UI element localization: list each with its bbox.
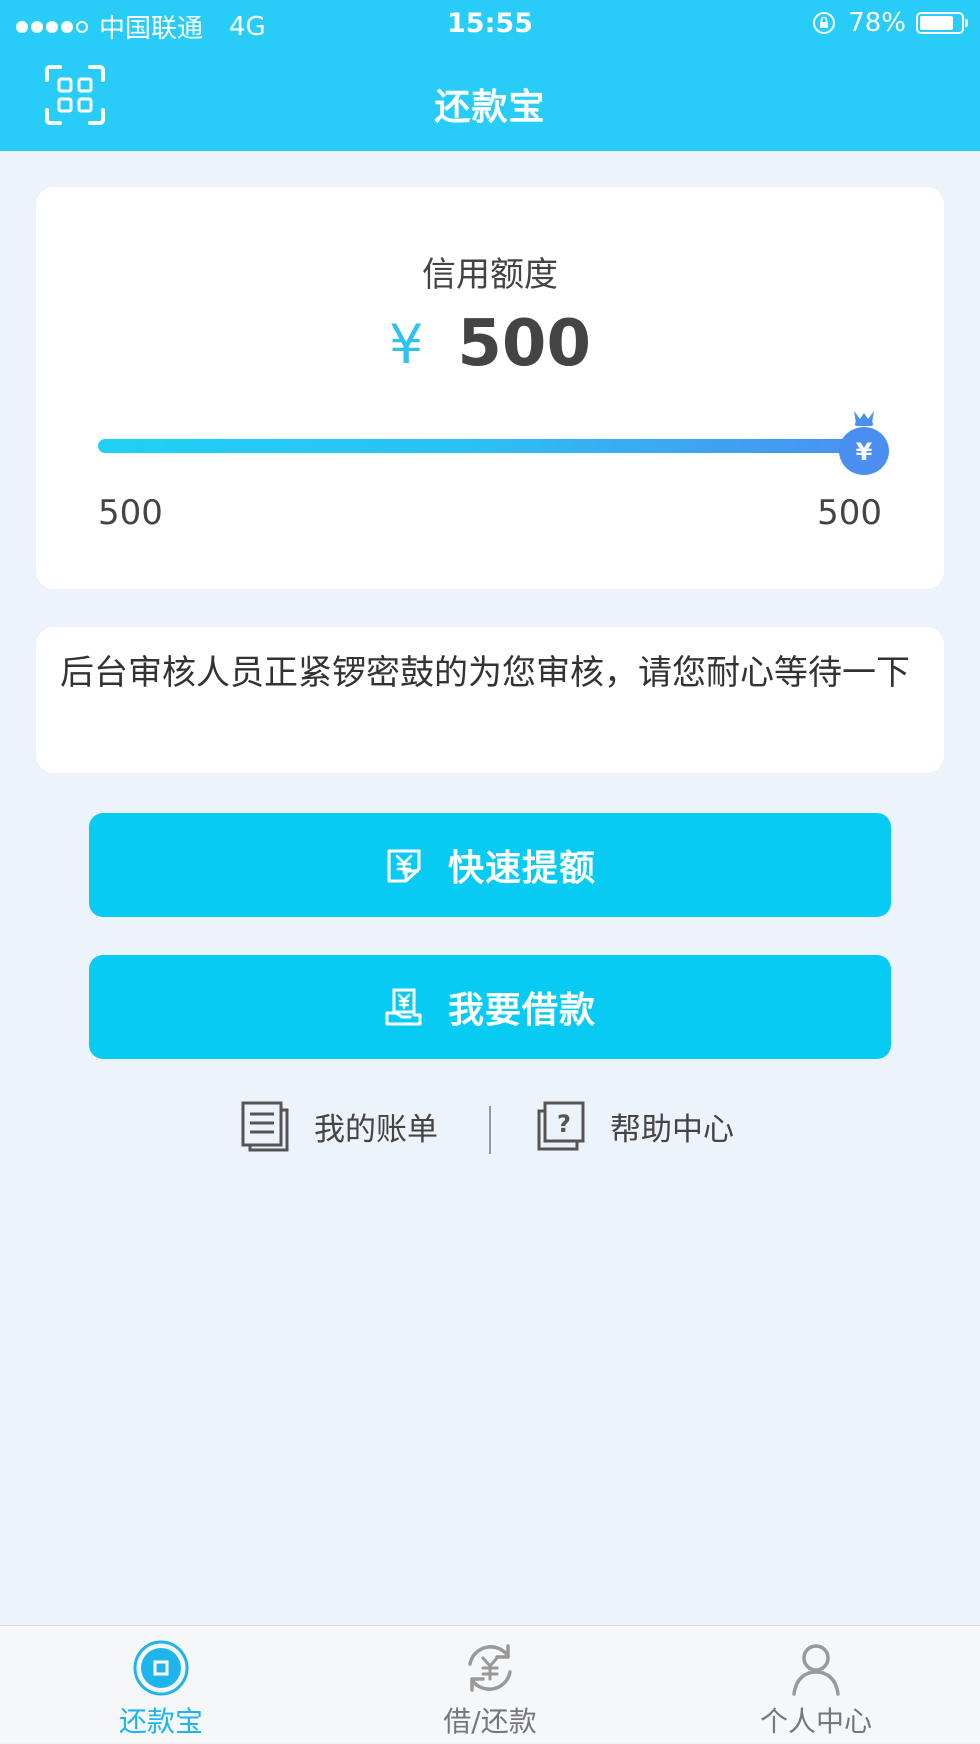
bill-list-icon [240,1100,290,1152]
quick-links-row: 我的账单 ? 帮助中心 [0,1100,980,1162]
help-center-label: 帮助中心 [610,1111,734,1148]
tab-home-label: 还款宝 [118,1705,203,1738]
cash-hand-icon [384,987,424,1027]
credit-slider-track[interactable] [98,439,878,453]
quick-raise-limit-label: 快速提额 [447,848,596,889]
tab-loan-repay-label: 借/还款 [443,1705,537,1738]
user-icon [792,1644,840,1696]
bottom-tab-bar: 还款宝 借/还款 个人中心 [0,1625,980,1743]
rotation-lock-icon [812,11,836,35]
tab-home[interactable]: 还款宝 [61,1626,261,1744]
credit-amount-row: ¥500 [36,307,944,381]
battery-percent: 78% [848,8,906,38]
limit-ticket-icon [384,845,424,885]
tab-profile[interactable]: 个人中心 [716,1626,916,1744]
svg-text:?: ? [557,1110,571,1138]
credit-limit-card: 信用额度 ¥500 ¥ 500 500 [36,187,944,589]
range-max-value: 500 [817,493,882,533]
nav-bar: 还款宝 [0,50,980,151]
svg-text:¥: ¥ [856,438,873,466]
tab-profile-label: 个人中心 [759,1705,872,1738]
credit-slider-handle[interactable]: ¥ [836,405,892,477]
credit-amount: 500 [457,307,591,381]
my-bills-link[interactable]: 我的账单 [240,1100,438,1152]
home-coin-icon [133,1640,189,1696]
credit-limit-label: 信用额度 [422,255,558,295]
exchange-yen-icon [468,1644,512,1692]
currency-symbol: ¥ [389,312,424,376]
status-right: 78% [812,8,968,38]
help-question-icon: ? [536,1100,586,1152]
money-bag-icon: ¥ [839,411,889,475]
review-notice-text: 后台审核人员正紧锣密鼓的为您审核，请您耐心等待一下 [60,653,910,693]
links-divider [489,1106,491,1154]
range-min-value: 500 [98,493,163,533]
app-header: 中国联通 4G 15:55 78% 还款宝 [0,0,980,151]
page-title: 还款宝 [434,87,546,128]
quick-raise-limit-button[interactable]: 快速提额 [89,813,891,917]
help-center-link[interactable]: ? 帮助中心 [536,1100,734,1152]
status-bar: 中国联通 4G 15:55 78% [0,0,980,50]
battery-icon [916,12,968,34]
apply-loan-button[interactable]: 我要借款 [89,955,891,1059]
review-notice-card: 后台审核人员正紧锣密鼓的为您审核，请您耐心等待一下 [36,627,944,773]
my-bills-label: 我的账单 [314,1111,438,1148]
apply-loan-label: 我要借款 [447,990,596,1031]
tab-loan-repay[interactable]: 借/还款 [390,1626,590,1744]
